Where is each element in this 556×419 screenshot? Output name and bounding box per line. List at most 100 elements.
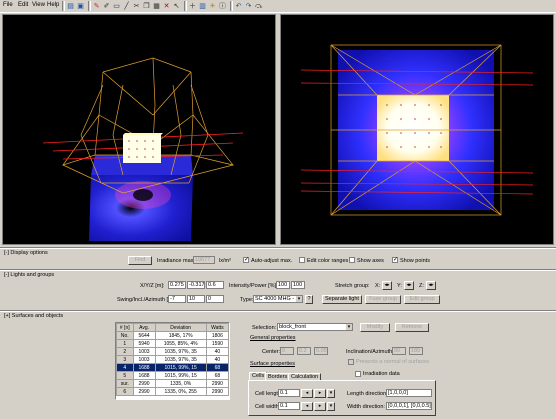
copy-icon[interactable]: ❐: [142, 1, 151, 10]
cell-length-menu[interactable]: ▾: [327, 389, 335, 398]
row-watts: 1806: [205, 331, 229, 340]
undo-icon[interactable]: ↶: [234, 1, 243, 10]
show-axes-checkbox[interactable]: [349, 257, 355, 263]
top-scene: [300, 44, 534, 216]
table-row[interactable]: 6 2990 1335, 0%, 255 2990: [116, 387, 229, 396]
cell-width-field[interactable]: 0.1: [278, 402, 300, 410]
irradiance-max-field[interactable]: 10677: [193, 256, 215, 264]
tab-panel: [248, 380, 436, 416]
chevron-down-icon[interactable]: ▾: [346, 324, 352, 330]
cell-width-label: Cell width:: [255, 404, 281, 410]
show-points-checkbox[interactable]: ✓: [392, 257, 398, 263]
divider: [0, 310, 556, 312]
col-header-avg[interactable]: Avg.: [132, 323, 156, 332]
separate-light-button[interactable]: Separate light: [322, 295, 362, 304]
pen-icon[interactable]: ✐: [102, 1, 111, 10]
top-viewport[interactable]: [280, 14, 554, 245]
menu-bar: File Edit View Help ▤ ▣ ✎ ✐ ▭ ╱ ✂ ❐ ▦ ✕ …: [0, 0, 556, 13]
cell-width-decrement[interactable]: ◂: [301, 402, 313, 411]
azimuth-field[interactable]: 0: [206, 295, 224, 303]
xyz-label: X/Y/Z [m]:: [140, 283, 165, 289]
table-row[interactable]: sur. 2990 1335, 0% 2990: [116, 379, 229, 388]
menu-help[interactable]: Help: [47, 2, 59, 8]
row-index: 3: [116, 355, 134, 364]
stretch-z-spinner[interactable]: ◂▸: [426, 281, 436, 290]
stretch-x-spinner[interactable]: ◂▸: [382, 281, 392, 290]
width-direction-field[interactable]: [0,0,0,1], [0,0,0.5]: [386, 402, 432, 410]
row-avg: 2990: [132, 387, 156, 396]
table-row[interactable]: 3 1003 1035, 97%, 35 40: [116, 355, 229, 364]
perspective-viewport[interactable]: [2, 14, 276, 245]
find-button[interactable]: Find: [128, 256, 152, 265]
center-y-field[interactable]: 0.2: [297, 347, 311, 355]
remove-button[interactable]: Remove: [395, 323, 429, 332]
auto-adjust-checkbox[interactable]: ✓: [243, 257, 249, 263]
delete-icon[interactable]: ✕: [162, 1, 171, 10]
open-icon[interactable]: ▤: [66, 1, 75, 10]
irradiation-data-checkbox[interactable]: [355, 371, 361, 377]
cell-width-menu[interactable]: ▾: [327, 402, 335, 411]
menu-edit[interactable]: Edit: [18, 2, 28, 8]
grid-icon[interactable]: ▥: [198, 1, 207, 10]
edit-color-checkbox[interactable]: [299, 257, 305, 263]
x-field[interactable]: 0.275: [168, 281, 186, 289]
wand-icon[interactable]: ✎: [92, 1, 101, 10]
row-avg: 1688: [132, 371, 156, 380]
intensity-field[interactable]: 100: [276, 281, 290, 289]
cell-length-increment[interactable]: ▸: [314, 389, 326, 398]
col-header-deviation[interactable]: Deviation: [154, 323, 207, 332]
surfaces-header[interactable]: [+] Surfaces and objects: [4, 313, 63, 319]
length-direction-field[interactable]: [1,0,0,0]: [386, 389, 432, 397]
type-select[interactable]: SC 4000 MHG - 20 ▾: [253, 295, 303, 303]
cut-icon[interactable]: ✂: [132, 1, 141, 10]
row-deviation: 1015, 99%, 15: [154, 363, 207, 372]
line-icon[interactable]: ╱: [122, 1, 131, 10]
table-row[interactable]: No. 5644 1845, 17% 1806: [116, 331, 229, 340]
display-options-header[interactable]: [-] Display options: [4, 250, 48, 256]
rect-icon[interactable]: ▭: [112, 1, 121, 10]
table-row[interactable]: 1 5940 1055, 85%, 4% 1590: [116, 339, 229, 348]
info-icon[interactable]: ⓘ: [218, 1, 227, 10]
inclination-field[interactable]: 90: [392, 347, 406, 355]
add-icon[interactable]: ＋: [188, 1, 197, 10]
pointer-icon[interactable]: ↖: [172, 1, 181, 10]
center-z-field[interactable]: 0.05: [314, 347, 328, 355]
table-row[interactable]: 2 1003 1035, 97%, 35 40: [116, 347, 229, 356]
modify-button[interactable]: Modify: [360, 323, 390, 332]
paste-icon[interactable]: ▦: [152, 1, 161, 10]
menu-view[interactable]: View: [32, 2, 45, 8]
edit-group-button[interactable]: Edit group: [404, 295, 440, 304]
row-deviation: 1335, 0%: [154, 379, 207, 388]
row-avg: 5644: [132, 331, 156, 340]
light-icon[interactable]: ☀: [208, 1, 217, 10]
fuse-group-button[interactable]: Fuse group: [365, 295, 401, 304]
lights-header[interactable]: [-] Lights and groups: [4, 272, 54, 278]
cell-width-increment[interactable]: ▸: [314, 402, 326, 411]
selection-select[interactable]: block_front ▾: [277, 323, 353, 331]
power-field[interactable]: 100: [291, 281, 305, 289]
chevron-down-icon[interactable]: ▾: [296, 296, 302, 302]
normal-checkbox[interactable]: [348, 359, 354, 365]
row-index: 4: [116, 363, 134, 372]
row-watts: 2990: [205, 387, 229, 396]
col-header-index[interactable]: # [n]: [116, 323, 134, 332]
swing-field[interactable]: -7: [168, 295, 186, 303]
azimuth-field-surface[interactable]: 180: [409, 347, 423, 355]
save-icon[interactable]: ▣: [76, 1, 85, 10]
menu-file[interactable]: File: [3, 2, 13, 8]
cell-length-decrement[interactable]: ◂: [301, 389, 313, 398]
y-field[interactable]: -0.317: [187, 281, 205, 289]
cell-length-field[interactable]: 0.1: [278, 389, 300, 397]
redo-icon[interactable]: ↷: [244, 1, 253, 10]
table-row-selected[interactable]: 4 1688 1015, 99%, 15 68: [116, 363, 229, 372]
redo-all-icon[interactable]: ⤼: [254, 1, 263, 10]
col-header-watts[interactable]: Watts: [205, 323, 229, 332]
stretch-y-spinner[interactable]: ◂▸: [404, 281, 414, 290]
type-help-button[interactable]: ?: [305, 295, 313, 304]
selection-value: block_front: [279, 324, 306, 330]
center-x-field[interactable]: 0: [280, 347, 294, 355]
z-field[interactable]: 0.6: [206, 281, 224, 289]
row-index: 6: [116, 387, 134, 396]
incl-field[interactable]: 10: [187, 295, 205, 303]
table-row[interactable]: 5 1688 1015, 99%, 15 68: [116, 371, 229, 380]
